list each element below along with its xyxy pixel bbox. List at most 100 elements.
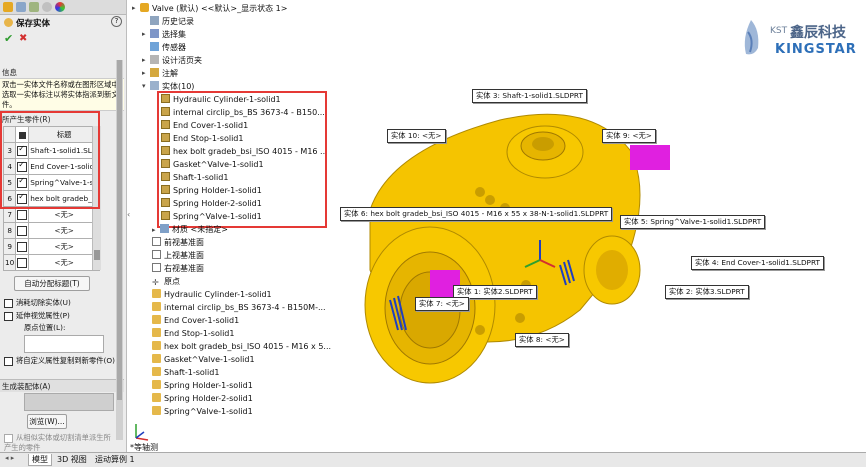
imported-feature-icon [152,354,161,363]
row-checkbox[interactable] [17,225,28,236]
body-callout-7[interactable]: 实体 7: <无> [415,297,469,311]
origin-location-field[interactable] [24,335,104,353]
tree-feature[interactable]: Spring Holder-1-solid1 [152,380,253,390]
table-row[interactable]: 8 <无> [2,222,100,239]
body-callout-4[interactable]: 实体 4: End Cover-1-solid1.SLDPRT [691,256,824,270]
highlight-box [0,111,100,209]
highlight-box [157,91,327,228]
body-callout-6[interactable]: 实体 6: hex bolt gradeb_bsi_ISO 4015 - M16… [340,207,613,221]
tree-design-binder[interactable]: 设计活页夹 [150,55,202,66]
logo-english: KINGSTAR [775,42,857,57]
row-checkbox[interactable] [17,241,28,252]
tree-selection-sets[interactable]: 选择集 [150,29,186,40]
display-manager-tab-icon[interactable] [55,2,65,12]
imported-feature-icon [152,406,161,415]
row-checkbox[interactable] [17,209,28,220]
tree-material[interactable]: 材质 <未指定> [160,224,228,235]
help-icon[interactable]: ? [111,16,122,27]
derive-from-similar-option[interactable]: 从相似实体或切割清单派生所产生的零件 [4,433,116,452]
tab-model[interactable]: 模型 [28,454,52,466]
part-name-cell[interactable]: <无> [28,238,100,255]
tab-motion-study[interactable]: 运动算例 1 [92,454,138,465]
imported-feature-icon [152,380,161,389]
logo-prefix: KST [770,26,788,36]
assembly-path-field[interactable] [24,393,114,411]
tree-front-plane[interactable]: 前视基准面 [152,237,204,248]
body-callout-9[interactable]: 实体 9: <无> [602,129,656,143]
body-callout-3[interactable]: 实体 3: Shaft-1-solid1.SLDPRT [472,89,587,103]
logo-chinese: 鑫辰科技 [790,25,846,41]
dimxpert-tab-icon[interactable] [42,2,52,12]
table-row[interactable]: 10 <无> [2,254,100,271]
bottom-tab-bar: ◂ ▸ 模型 3D 视图 运动算例 1 [0,452,866,467]
reference-axes [135,424,149,441]
tab-3d-view[interactable]: 3D 视图 [54,454,90,465]
panel-scrollbar[interactable] [116,60,123,440]
tree-root[interactable]: Valve (默认) <<默认>_显示状态 1> [140,3,287,14]
folder-icon [150,81,159,90]
info-message: 双击一实体文件名称或在图形区域中选取一实体标注以将实体指派到新文件。 [0,78,124,111]
part-name-cell[interactable]: <无> [28,254,100,271]
cancel-button[interactable]: ✖ [19,33,27,44]
sensor-icon [150,42,159,51]
tree-feature[interactable]: End Cover-1-solid1 [152,315,239,325]
feature-manager-tab-icon[interactable] [3,2,13,12]
imported-feature-icon [152,289,161,298]
property-manager-tab-icon[interactable] [16,2,26,12]
row-checkbox[interactable] [17,257,28,268]
body-callout-5[interactable]: 实体 5: Spring^Valve-1-solid1.SLDPRT [620,215,766,229]
top-hole-inner [532,137,554,151]
create-assembly-header: 生成装配体(A) [2,382,51,391]
tree-right-plane[interactable]: 右视基准面 [152,263,204,274]
configuration-manager-tab-icon[interactable] [29,2,39,12]
imported-feature-icon [152,328,161,337]
material-icon [160,224,169,233]
tree-sensors[interactable]: 传感器 [150,42,186,53]
tree-feature[interactable]: Hydraulic Cylinder-1-solid1 [152,289,272,299]
consume-cut-bodies-option[interactable]: 消耗切除实体(U) [4,298,71,308]
tree-feature[interactable]: Shaft-1-solid1 [152,367,219,377]
manager-tabs [0,0,126,15]
auto-assign-button[interactable]: 自动分配标题(T) [14,276,90,291]
ok-button[interactable]: ✔ [4,32,13,45]
tree-feature[interactable]: internal circlip_bs_BS 3673-4 - B150M-..… [152,302,326,312]
imported-feature-icon [152,315,161,324]
imported-feature-icon [152,302,161,311]
selection-set-icon [150,29,159,38]
info-header: 信息 [2,68,17,77]
part-name-cell[interactable]: <无> [28,222,100,239]
tree-top-plane[interactable]: 上视基准面 [152,250,204,261]
plane-icon [152,263,161,272]
side-port-bore [596,250,628,290]
panel-title: 保存实体 [16,19,51,29]
imported-feature-icon [152,367,161,376]
tree-origin[interactable]: ✛ 原点 [152,276,180,288]
collapse-panel-icon[interactable]: ‹ [127,210,130,219]
origin-location-label: 原点位置(L): [24,323,66,332]
tree-history[interactable]: 历史记录 [150,16,194,27]
body-callout-8[interactable]: 实体 8: <无> [515,333,569,347]
copy-custom-properties-option[interactable]: 将自定义属性复制到新零件(O) [4,356,116,366]
shaft-end-right[interactable] [630,145,670,170]
plane-icon [152,237,161,246]
extend-visual-properties-option[interactable]: 延伸视觉属性(P) [4,311,70,321]
annotation-icon [150,68,159,77]
tree-feature[interactable]: End Stop-1-solid1 [152,328,234,338]
kingstar-logo-icon [740,18,762,58]
tree-feature[interactable]: hex bolt gradeb_bsi_ISO 4015 - M16 x 5..… [152,341,331,351]
tree-feature[interactable]: Spring Holder-2-solid1 [152,393,253,403]
save-bodies-icon [4,18,13,27]
design-binder-icon [150,55,159,64]
browse-button[interactable]: 浏览(W)... [27,414,67,429]
tree-annotations[interactable]: 注解 [150,68,178,79]
origin-icon: ✛ [152,278,159,287]
table-row[interactable]: 9 <无> [2,238,100,255]
plane-icon [152,250,161,259]
tab-scroll-icons[interactable]: ◂ ▸ [2,454,17,462]
history-icon [150,16,159,25]
tree-feature[interactable]: Spring^Valve-1-solid1 [152,406,253,416]
body-callout-10[interactable]: 实体 10: <无> [387,129,446,143]
imported-feature-icon [152,393,161,402]
tree-feature[interactable]: Gasket^Valve-1-solid1 [152,354,255,364]
body-callout-2[interactable]: 实体 2: 实体3.SLDPRT [665,285,749,299]
